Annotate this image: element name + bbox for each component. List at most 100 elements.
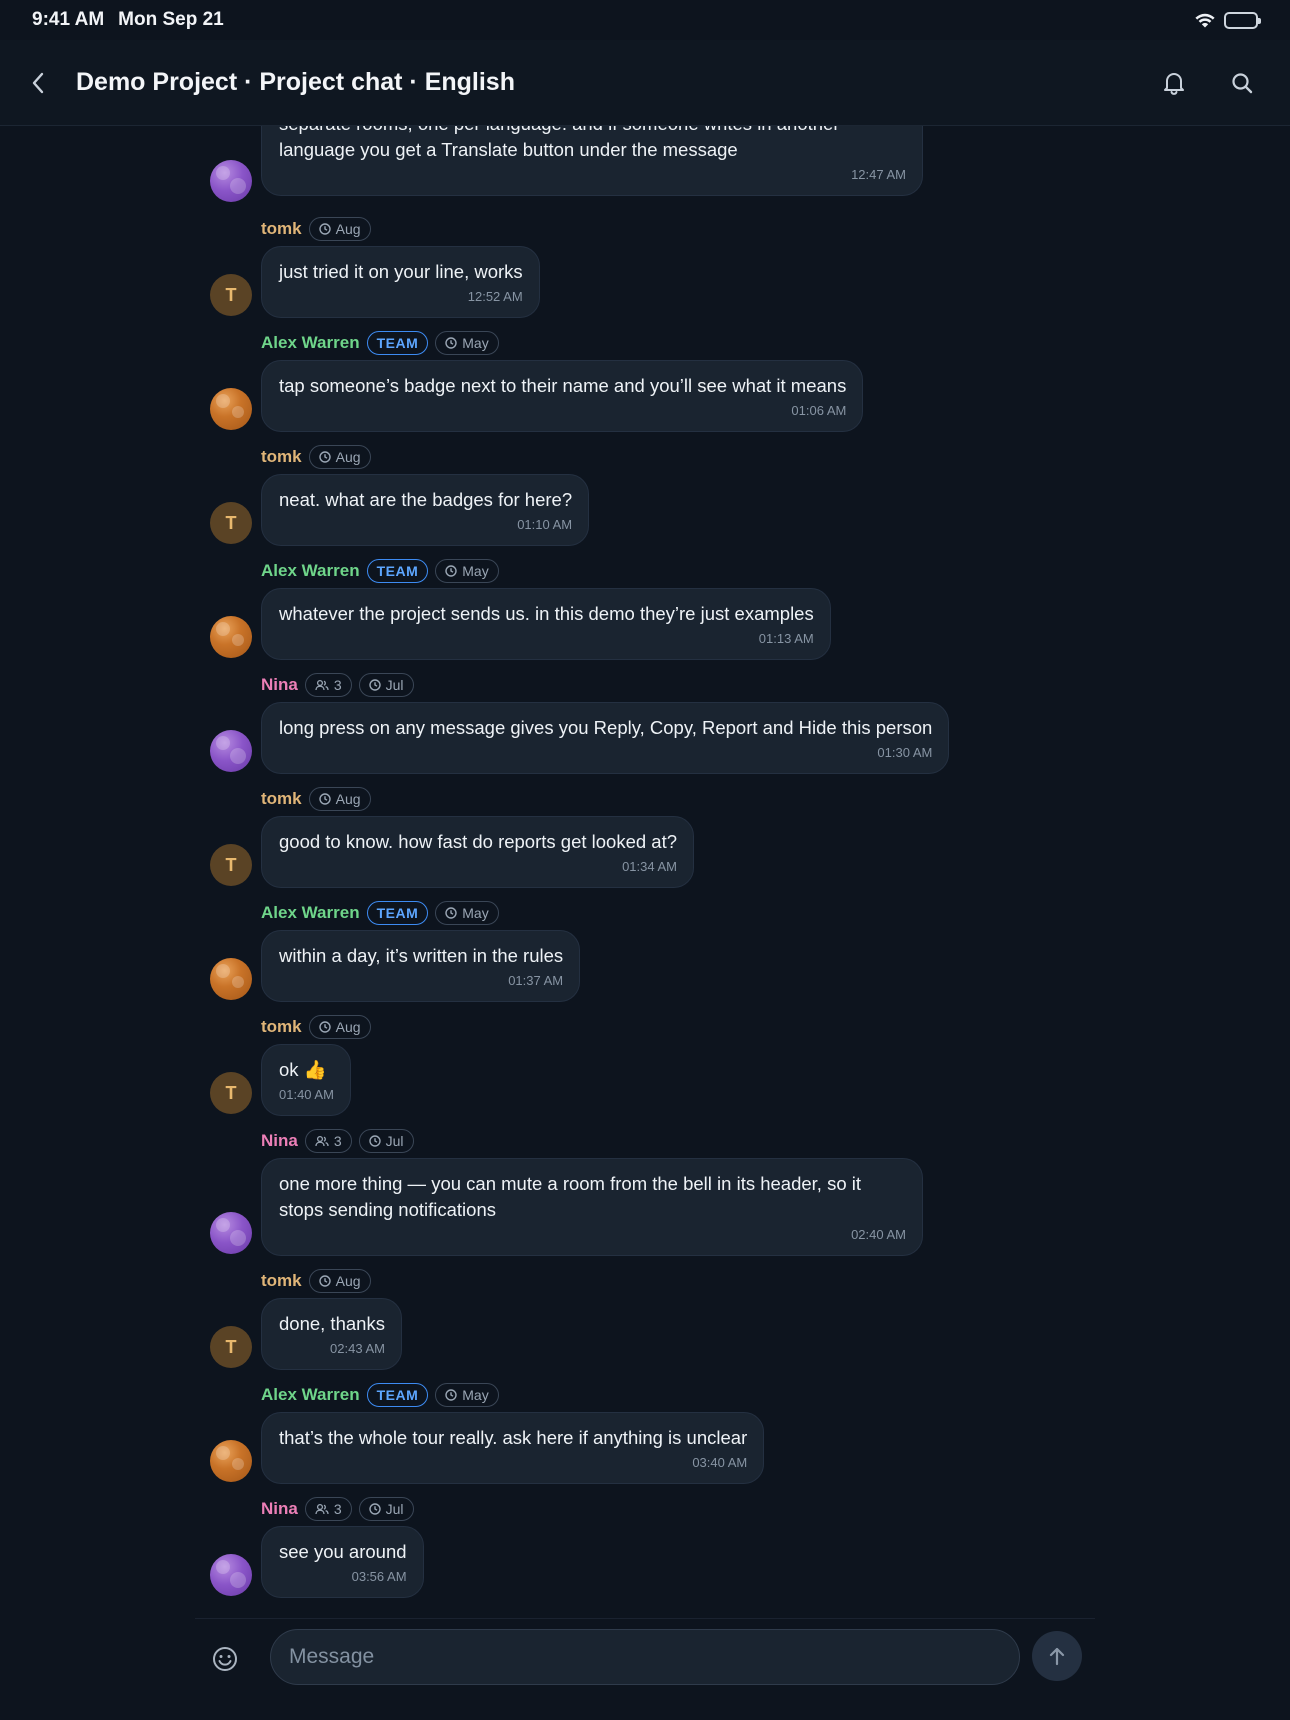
message-meta: tomk Aug [261,1268,371,1294]
message-bubble[interactable]: one more thing — you can mute a room fro… [261,1158,923,1256]
sender-name[interactable]: tomk [261,1017,302,1037]
message-text: that’s the whole tour really. ask here i… [279,1427,748,1448]
message-text: neat. what are the badges for here? [279,489,573,510]
clock-icon [368,1503,381,1515]
avatar[interactable] [210,1212,252,1254]
clock-icon [368,679,381,691]
sender-name[interactable]: Alex Warren [261,333,360,353]
avatar[interactable] [210,160,252,202]
message-bubble[interactable]: long press on any message gives you Repl… [261,702,950,774]
search-button[interactable] [1218,59,1266,107]
chip-label: May [462,335,489,351]
sender-name[interactable]: tomk [261,219,302,239]
clock-icon [318,1275,331,1287]
message-time: 01:30 AM [877,745,933,760]
message-bubble[interactable]: within a day, it’s written in the rules … [261,930,581,1002]
message-input[interactable]: Message [270,1629,1020,1685]
sender-name[interactable]: tomk [261,447,302,467]
sender-name[interactable]: Alex Warren [261,561,360,581]
message-time: 03:40 AM [692,1455,748,1470]
member-since-chip[interactable]: Jul [358,1129,414,1153]
avatar[interactable] [210,1440,252,1482]
avatar[interactable] [210,616,252,658]
member-since-chip[interactable]: May [435,331,499,355]
avatar[interactable]: T [210,844,252,886]
member-since-chip[interactable]: Aug [308,1015,371,1039]
people-icon [315,1135,329,1147]
message-time: 02:40 AM [851,1227,906,1242]
chip-label: 3 [333,1501,342,1517]
member-since-chip[interactable]: May [435,901,499,925]
message-time: 01:13 AM [758,631,814,646]
avatar[interactable] [210,1554,252,1596]
send-button[interactable] [1032,1631,1082,1681]
message-bubble[interactable]: whatever the project sends us. in this d… [261,588,831,660]
avatar[interactable]: T [210,1326,252,1368]
smiley-icon [213,1646,237,1671]
message-bubble[interactable]: that’s the whole tour really. ask here i… [261,1412,765,1484]
member-since-chip[interactable]: May [435,559,499,583]
member-since-chip[interactable]: Aug [308,217,371,241]
status-icons [1194,11,1261,29]
member-since-chip[interactable]: May [435,1383,499,1407]
avatar[interactable] [210,388,252,430]
message-time: 12:52 AM [467,289,523,304]
message-text: done, thanks [279,1313,385,1334]
sender-name[interactable]: Nina [261,675,298,695]
message-bubble[interactable]: ok 👍 01:40 AM [261,1044,351,1116]
status-date: Mon Sep 21 [118,9,224,30]
member-since-chip[interactable]: Aug [308,1269,371,1293]
sender-name[interactable]: tomk [261,1271,302,1291]
chip-label: Jul [385,1501,404,1517]
clock-icon [445,1389,457,1401]
avatar[interactable]: T [210,502,252,544]
battery-icon [1224,11,1261,29]
member-since-chip[interactable]: Aug [308,445,371,469]
people-count-chip[interactable]: 3 [304,673,352,697]
sender-name[interactable]: tomk [261,789,302,809]
mute-bell-button[interactable] [1150,59,1198,107]
emoji-button[interactable] [195,1629,255,1689]
bell-icon [1164,72,1184,95]
member-since-chip[interactable]: Aug [308,787,371,811]
message-bubble[interactable]: neat. what are the badges for here? 01:1… [261,474,590,546]
avatar[interactable]: T [210,274,252,316]
message-bubble[interactable]: tap someone’s badge next to their name a… [261,360,864,432]
message-meta: Alex Warren TEAM May [261,330,499,356]
chip-label: Aug [335,1273,361,1289]
sender-name[interactable]: Alex Warren [261,903,360,923]
avatar[interactable]: T [210,1072,252,1114]
people-count-chip[interactable]: 3 [304,1497,352,1521]
sender-name[interactable]: Nina [261,1131,298,1151]
message-text: ok 👍 [279,1059,327,1080]
member-since-chip[interactable]: Jul [358,673,414,697]
arrow-up-icon [1049,1647,1065,1666]
sender-name[interactable]: Alex Warren [261,1385,360,1405]
team-badge[interactable]: TEAM [366,559,429,583]
chip-label: May [462,563,489,579]
message-meta: Alex Warren TEAM May [261,1382,499,1408]
message-bubble[interactable]: see you around 03:56 AM [261,1526,424,1598]
message-bubble[interactable]: good to know. how fast do reports get lo… [261,816,695,888]
chip-label: Jul [385,1133,404,1149]
message-bubble[interactable]: just tried it on your line, works 12:52 … [261,246,540,318]
avatar[interactable] [210,958,252,1000]
chip-label: 3 [333,1133,342,1149]
team-badge[interactable]: TEAM [366,1383,429,1407]
member-since-chip[interactable]: Jul [358,1497,414,1521]
clock-icon [318,1021,331,1033]
avatar[interactable] [210,730,252,772]
team-badge[interactable]: TEAM [366,901,429,925]
message-bubble[interactable]: done, thanks 02:43 AM [261,1298,402,1370]
back-button[interactable] [0,40,76,126]
team-badge[interactable]: TEAM [366,331,429,355]
people-count-chip[interactable]: 3 [304,1129,352,1153]
message-time: 01:06 AM [791,403,847,418]
message-meta: tomk Aug [261,786,371,812]
chip-label: Aug [335,221,361,237]
sender-name[interactable]: Nina [261,1499,298,1519]
chip-label: 3 [333,677,342,693]
message-feed[interactable]: separate rooms, one per language. and if… [0,40,1290,1615]
message-meta: Alex Warren TEAM May [261,558,499,584]
message-meta: Nina 3 Jul [261,1496,414,1522]
